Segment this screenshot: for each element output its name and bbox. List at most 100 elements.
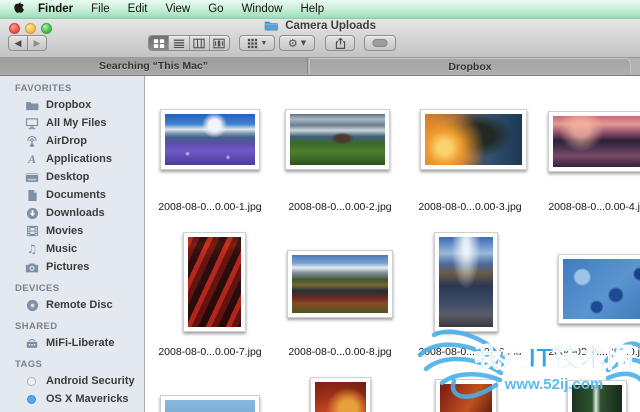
sidebar-item-pictures[interactable]: Pictures [0,258,144,276]
thumbnail-mountain-reflection[interactable] [434,232,498,332]
coverflow-view-button[interactable] [210,36,229,50]
tag-circle-gray-icon [27,376,36,386]
forward-button[interactable]: ▶ [27,35,47,51]
sidebar-item-desktop[interactable]: Desktop [0,168,144,186]
screen-icon [24,116,40,130]
sidebar-item-airdrop[interactable]: AirDrop [0,132,144,150]
tab-dropbox[interactable]: Dropbox [309,58,631,74]
music-note-icon: ♫ [26,242,38,256]
document-icon [24,188,40,202]
camera-icon [24,260,40,274]
sidebar-item-label: Remote Disc [46,299,113,311]
sidebar-item-label: Music [46,243,78,255]
tag-circle-blue-icon [27,394,36,404]
view-mode-segmented-control [148,35,230,51]
file-name[interactable]: 2008-08-0....00-10.jpg [525,346,640,359]
applications-icon: A [27,152,36,166]
sidebar-item-label: MiFi-Liberate [46,337,115,349]
menu-bar: Finder File Edit View Go Window Help [0,0,640,19]
file-name[interactable]: 2008-08-0...0.00-2.jpg [265,201,415,214]
thumbnail-sunset-tree[interactable] [420,109,527,170]
chevron-down-icon: ▼ [260,39,268,47]
column-view-button[interactable] [190,36,210,50]
folder-icon [264,20,278,34]
sidebar-item-applications[interactable]: A Applications [0,150,144,168]
airdrop-icon [24,134,40,148]
file-name[interactable]: 2008-08-0...0.00-8.jpg [265,346,415,359]
sidebar-item-documents[interactable]: Documents [0,186,144,204]
sidebar-item-label: Android Security [46,375,135,387]
arrange-grid-icon [247,38,257,48]
sidebar-item-label: OS X Mavericks [46,393,129,405]
menu-window[interactable]: Window [233,3,292,15]
film-icon [24,224,40,238]
sidebar-item-label: Movies [46,225,84,237]
share-icon [335,37,345,49]
sidebar-item-tag-android-security[interactable]: Android Security [0,372,144,390]
share-button[interactable] [325,35,355,51]
thumbnail-blue-sky[interactable] [160,395,260,412]
sidebar-section-favorites: FAVORITES [15,83,72,94]
sidebar-item-label: Dropbox [46,99,92,111]
menu-help[interactable]: Help [291,3,333,15]
window-title-bar: Camera Uploads [0,20,640,35]
thumbnail-canyon-swirl[interactable] [435,379,497,412]
sidebar-item-label: Pictures [46,261,90,273]
sidebar-item-label: Documents [46,189,106,201]
router-icon [24,336,40,350]
sidebar-item-movies[interactable]: Movies [0,222,144,240]
chevron-down-icon: ▼ [300,39,307,47]
tab-searching-this-mac[interactable]: Searching “This Mac” [0,58,308,74]
sidebar-item-remote-disc[interactable]: Remote Disc [0,296,144,314]
thumbnail-barn-field[interactable] [285,109,390,170]
apple-logo-icon[interactable] [8,1,28,18]
back-button[interactable]: ◀ [8,35,28,51]
folder-icon [24,98,40,112]
menu-go[interactable]: Go [199,3,232,15]
sidebar-item-label: Downloads [46,207,105,219]
file-name[interactable]: 2008-08-0...0.00-9.jpg [395,346,545,359]
file-name[interactable]: 2008-08-0...0.00-3.jpg [395,201,545,214]
sidebar-item-label: AirDrop [46,135,87,147]
sidebar-item-all-my-files[interactable]: All My Files [0,114,144,132]
sidebar-item-label: Applications [46,153,113,165]
sidebar-item-tag-osx-mavericks[interactable]: OS X Mavericks [0,390,144,408]
file-name[interactable]: 2008-08-0...0.00-4.jpg [525,201,640,214]
desktop-icon [24,170,40,184]
action-gear-button[interactable]: ⚙ ▼ [279,35,315,51]
menu-edit[interactable]: Edit [119,3,157,15]
window-chrome: Camera Uploads ◀ ▶ ▼ ⚙ ▼ [0,19,640,58]
thumbnail-sunset-lake[interactable] [548,111,640,172]
gear-icon: ⚙ [287,36,298,50]
arrange-button[interactable]: ▼ [239,35,275,51]
sidebar-item-music[interactable]: ♫ Music [0,240,144,258]
thumbnail-red-canyon[interactable] [183,232,246,332]
menu-view[interactable]: View [157,3,200,15]
sidebar-item-downloads[interactable]: Downloads [0,204,144,222]
sidebar-item-mifi-liberate[interactable]: MiFi-Liberate [0,334,144,352]
thumbnail-waterfall[interactable] [567,380,627,412]
tags-button[interactable] [364,35,396,51]
thumbnail-autumn-tree[interactable] [310,377,371,412]
download-icon [24,206,40,220]
sidebar: FAVORITES Dropbox All My Files AirDrop A… [0,76,145,412]
thumbnail-mountain-lupine[interactable] [160,109,260,170]
sidebar-item-label: All My Files [46,117,107,129]
icon-view-button[interactable] [149,36,170,50]
sidebar-section-devices: DEVICES [15,283,60,294]
tag-pill-icon [372,39,388,47]
thumbnail-ice-bubbles[interactable] [558,254,640,324]
menu-file[interactable]: File [82,3,119,15]
window-title: Camera Uploads [285,20,376,32]
menu-finder[interactable]: Finder [28,3,82,15]
sidebar-item-tag-yellow[interactable] [0,408,144,412]
sidebar-item-dropbox[interactable]: Dropbox [0,96,144,114]
sidebar-section-tags: TAGS [15,359,43,370]
list-view-button[interactable] [169,36,190,50]
disc-icon [24,298,40,312]
file-grid: 2008-08-0...0.00-1.jpg 2008-08-0...0.00-… [146,76,640,412]
sidebar-section-shared: SHARED [15,321,58,332]
tab-bar: Searching “This Mac” Dropbox [0,58,640,76]
sidebar-item-label: Desktop [46,171,90,183]
thumbnail-autumn-mountain-lake[interactable] [287,250,393,318]
